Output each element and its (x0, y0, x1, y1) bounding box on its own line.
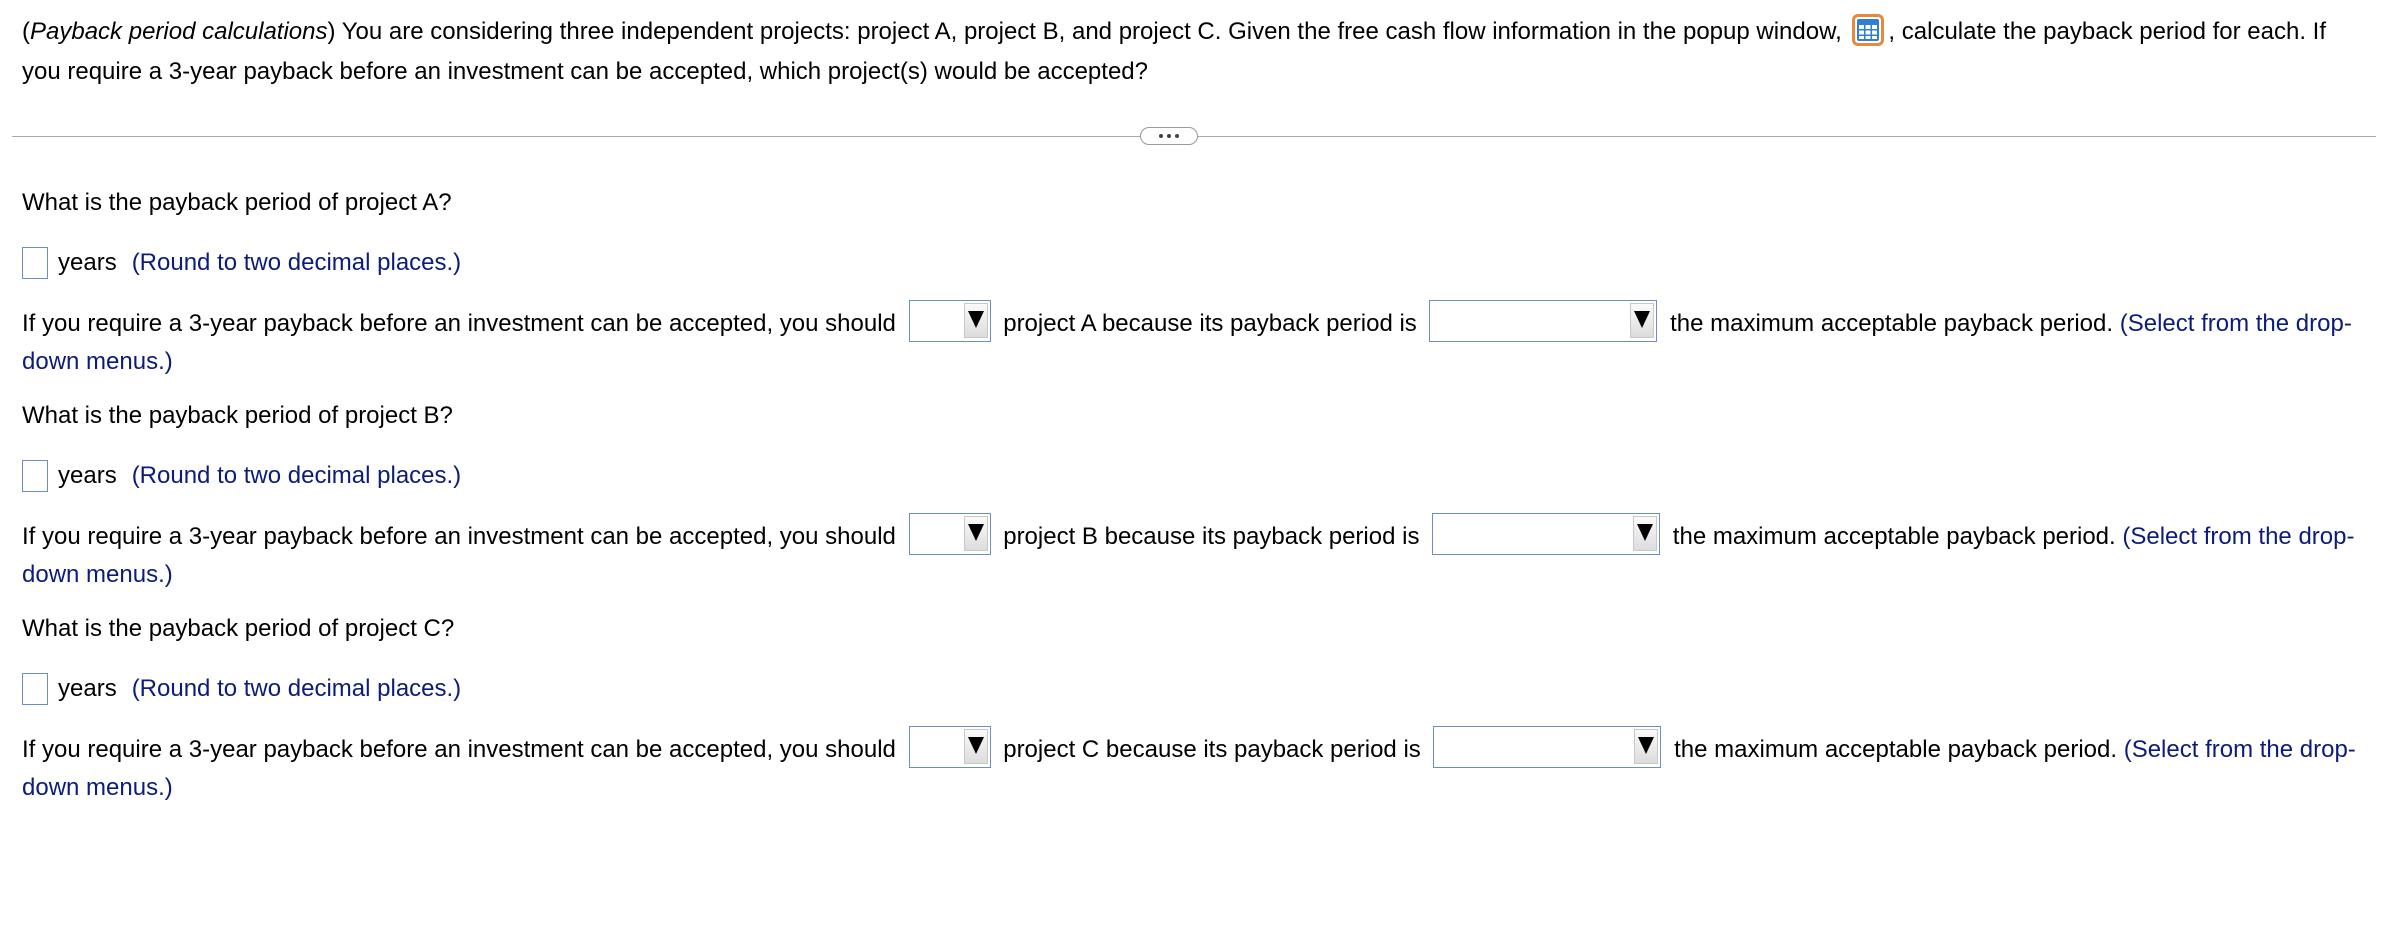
ellipsis-dot (1175, 134, 1179, 138)
sentence-start: If you require a 3-year payback before a… (22, 523, 896, 550)
comparison-dropdown-project-c[interactable] (1433, 725, 1662, 768)
ellipsis-dot (1167, 134, 1171, 138)
sentence-start: If you require a 3-year payback before a… (22, 736, 896, 763)
unit-label: years (58, 462, 117, 489)
intro-text-before-icon: ) You are considering three independent … (327, 18, 1849, 45)
unit-label: years (58, 675, 117, 702)
decision-sentence-project-a: If you require a 3-year payback before a… (22, 299, 2372, 381)
comparison-dropdown-project-a[interactable] (1429, 299, 1658, 342)
decision-sentence-project-b: If you require a 3-year payback before a… (22, 512, 2372, 594)
payback-input-project-a[interactable] (22, 247, 48, 279)
dropdown-arrow-icon[interactable] (963, 728, 988, 764)
round-hint: (Round to two decimal places.) (131, 675, 462, 702)
answer-row-project-c: years (Round to two decimal places.) (22, 671, 461, 707)
answer-row-project-b: years (Round to two decimal places.) (22, 458, 461, 494)
sentence-end: the maximum acceptable payback period. (1670, 310, 2114, 337)
comparison-dropdown-project-b[interactable] (1432, 512, 1661, 555)
dropdown-arrow-icon[interactable] (963, 302, 988, 338)
question-page: (Payback period calculations) You are co… (0, 0, 2388, 930)
sentence-mid: project C because its payback period is (1003, 736, 1421, 763)
round-hint: (Round to two decimal places.) (131, 249, 462, 276)
ellipsis-dot (1159, 134, 1163, 138)
question-project-a: What is the payback period of project A? (22, 189, 452, 216)
dropdown-arrow-icon[interactable] (1633, 515, 1658, 551)
problem-topic: Payback period calculations (30, 18, 328, 45)
payback-input-project-b[interactable] (22, 460, 48, 492)
ellipsis-icon[interactable] (1140, 127, 1198, 145)
intro-open-paren: ( (22, 18, 30, 45)
sentence-mid: project A because its payback period is (1003, 310, 1417, 337)
question-project-b: What is the payback period of project B? (22, 402, 453, 429)
problem-statement: (Payback period calculations) You are co… (22, 12, 2362, 92)
question-project-c: What is the payback period of project C? (22, 615, 455, 642)
answer-row-project-a: years (Round to two decimal places.) (22, 245, 461, 281)
sentence-end: the maximum acceptable payback period. (1674, 736, 2118, 763)
table-grid-icon[interactable] (1852, 13, 1885, 46)
payback-input-project-c[interactable] (22, 673, 48, 705)
unit-label: years (58, 249, 117, 276)
decision-sentence-project-c: If you require a 3-year payback before a… (22, 725, 2372, 807)
dropdown-arrow-icon[interactable] (963, 515, 988, 551)
decision-dropdown-project-b[interactable] (908, 512, 991, 555)
sentence-end: the maximum acceptable payback period. (1672, 523, 2116, 550)
decision-dropdown-project-c[interactable] (908, 725, 991, 768)
sentence-mid: project B because its payback period is (1003, 523, 1420, 550)
round-hint: (Round to two decimal places.) (131, 462, 462, 489)
sentence-start: If you require a 3-year payback before a… (22, 310, 896, 337)
dropdown-arrow-icon[interactable] (1630, 302, 1655, 338)
decision-dropdown-project-a[interactable] (908, 299, 991, 342)
dropdown-arrow-icon[interactable] (1634, 728, 1659, 764)
